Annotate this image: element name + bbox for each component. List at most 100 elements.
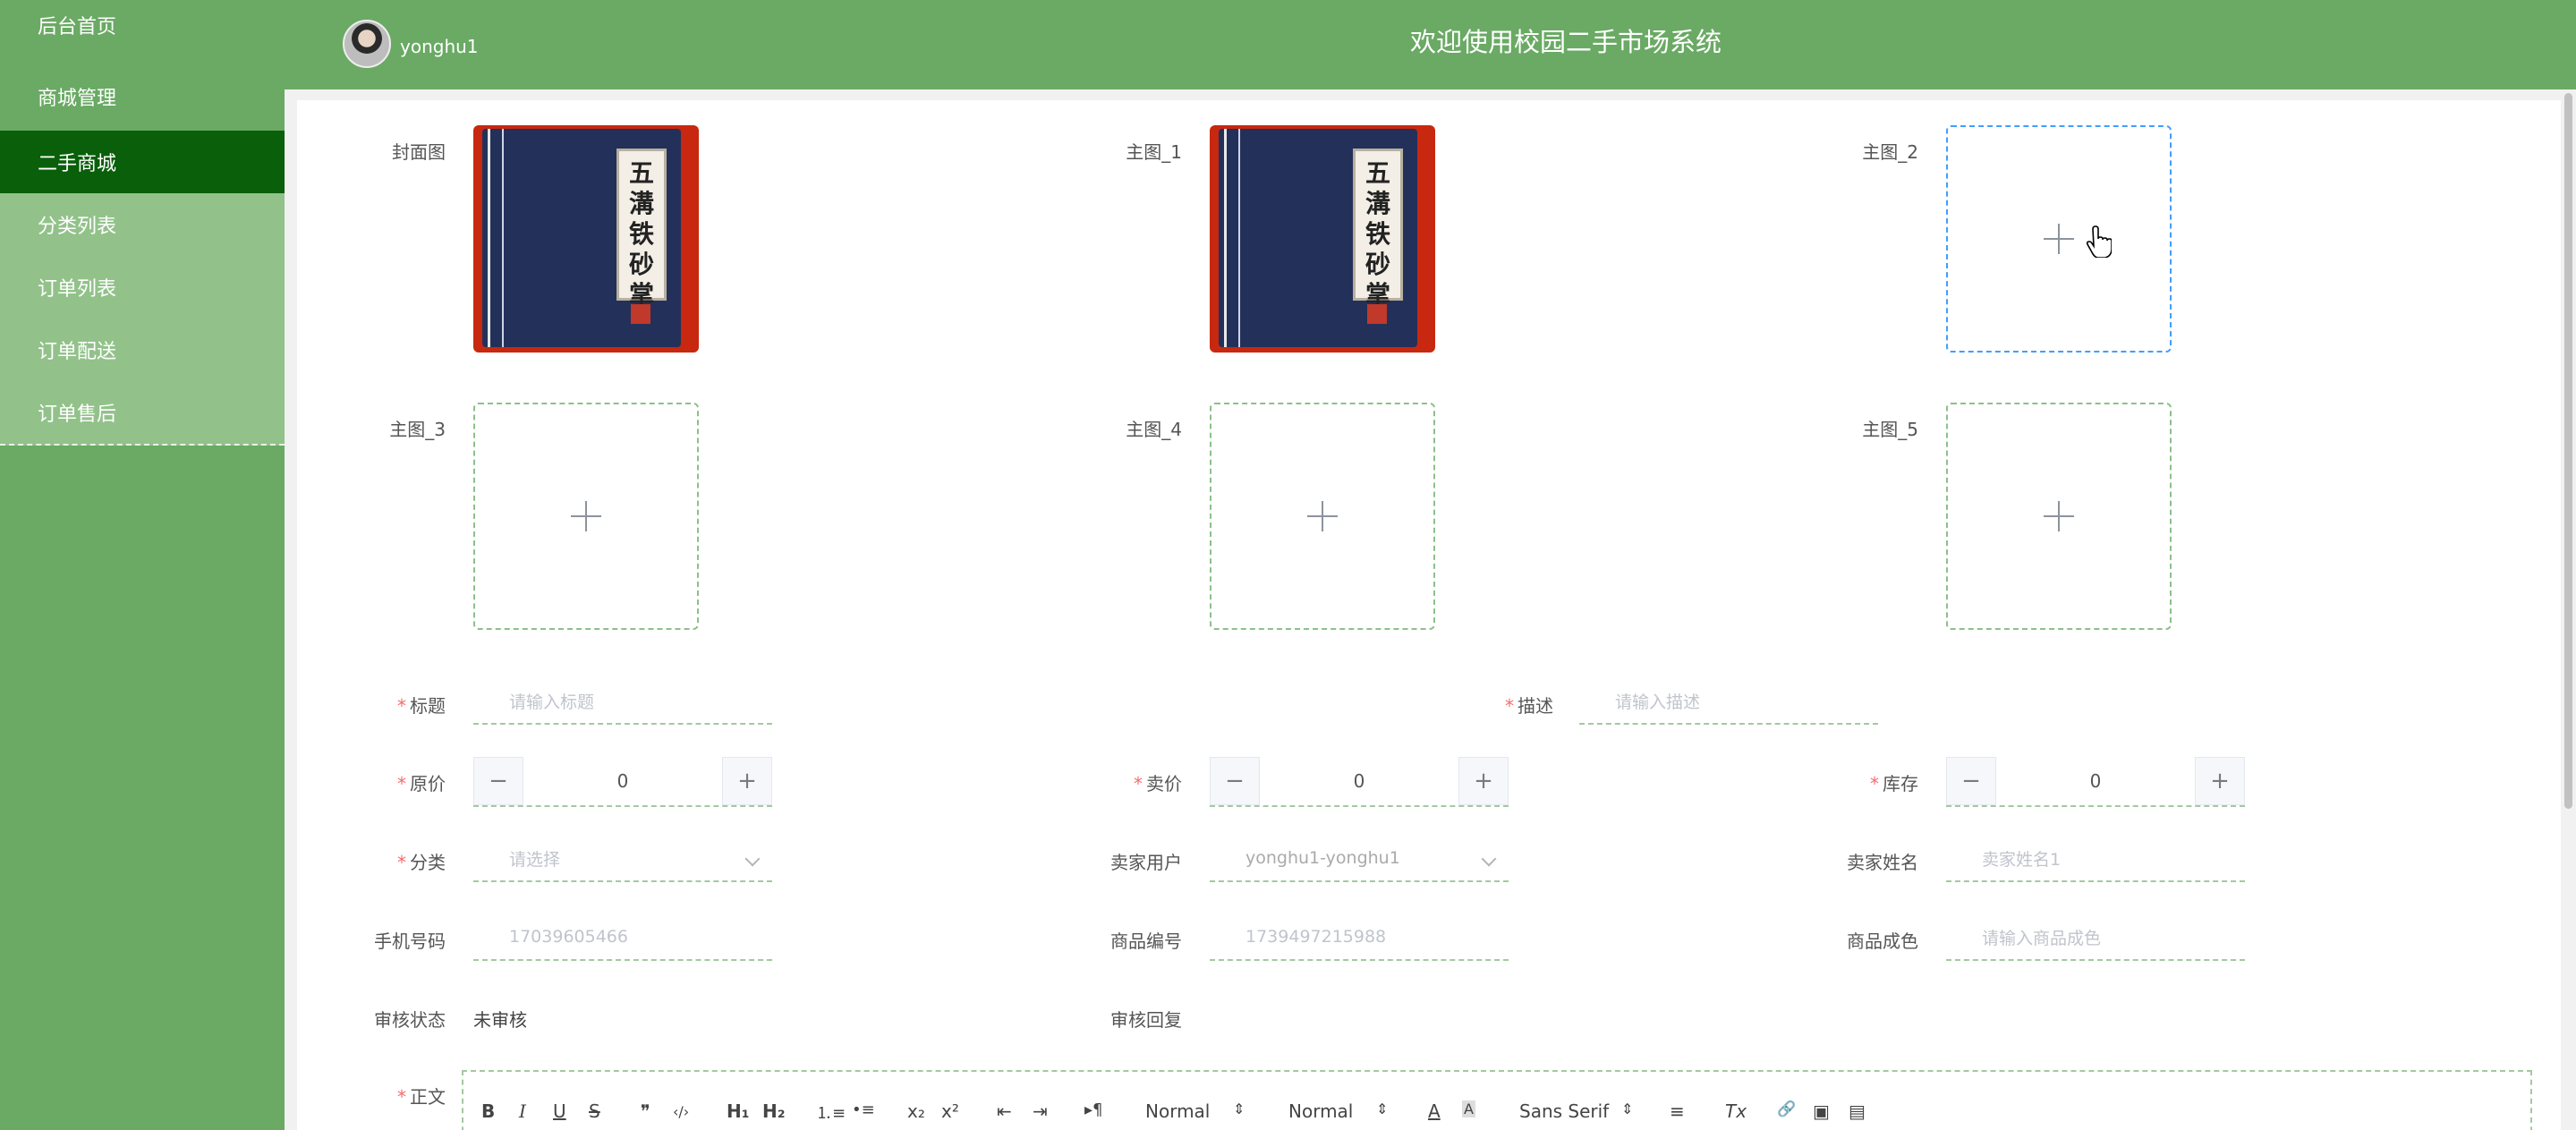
background-color-icon[interactable]: A <box>1462 1100 1475 1117</box>
sale-price-label: * 卖价 <box>1021 769 1182 795</box>
link-icon[interactable]: 🔗 <box>1777 1100 1796 1118</box>
bold-icon[interactable]: B <box>481 1100 495 1122</box>
main-image-3-uploader[interactable] <box>473 403 699 630</box>
title-label: * 标题 <box>285 692 446 718</box>
outdent-icon[interactable]: ⇤ <box>997 1100 1012 1122</box>
title-input[interactable]: 请输入标题 <box>473 678 772 725</box>
strikethrough-icon[interactable]: S <box>589 1100 600 1122</box>
required-asterisk: * <box>397 1086 406 1108</box>
book-cover-image: 五 溝 铁 砂 掌 <box>1219 129 1417 347</box>
subscript-icon[interactable]: x₂ <box>907 1100 925 1122</box>
indent-icon[interactable]: ⇥ <box>1033 1100 1048 1122</box>
stock-value[interactable]: 0 <box>1996 757 2195 805</box>
seller-name-input[interactable]: 卖家姓名1 <box>1946 836 2245 882</box>
sidebar-item-mall-management[interactable]: 商城管理 <box>0 75 285 118</box>
description-placeholder: 请输入描述 <box>1615 692 1701 712</box>
code-block-icon[interactable]: ‹/› <box>673 1103 689 1120</box>
main-image-1-uploader[interactable]: 五 溝 铁 砂 掌 <box>1210 125 1435 353</box>
seller-user-value: yonghu1-yonghu1 <box>1245 848 1400 868</box>
plus-icon <box>2044 224 2074 254</box>
size-select[interactable]: Normal <box>1145 1100 1210 1122</box>
text-direction-icon[interactable]: ▸¶ <box>1084 1100 1103 1119</box>
book-char: 砂 <box>628 250 654 279</box>
category-select[interactable]: 请选择 <box>473 836 772 882</box>
main-image-1-label: 主图_1 <box>1126 141 1182 163</box>
text-color-icon[interactable]: A <box>1428 1100 1441 1122</box>
cover-image-uploader[interactable]: 五 溝 铁 砂 掌 <box>473 125 699 353</box>
stock-stepper[interactable]: − 0 + <box>1946 757 2245 807</box>
superscript-icon[interactable]: x² <box>941 1100 959 1122</box>
scrollbar-thumb[interactable] <box>2564 93 2572 809</box>
original-price-value[interactable]: 0 <box>523 757 722 805</box>
decrement-button[interactable]: − <box>1946 757 1996 805</box>
product-number-input[interactable]: 1739497215988 <box>1210 914 1509 961</box>
heading-1-icon[interactable]: H₁ <box>727 1100 750 1122</box>
category-placeholder: 请选择 <box>509 849 561 870</box>
sidebar-item-category-list[interactable]: 分类列表 <box>0 202 285 247</box>
header-select[interactable]: Normal <box>1288 1100 1353 1122</box>
blockquote-icon[interactable]: ❞ <box>641 1100 650 1122</box>
description-label-text: 描述 <box>1518 695 1553 717</box>
phone-input[interactable]: 17039605466 <box>473 914 772 961</box>
required-asterisk: * <box>397 695 406 717</box>
title-placeholder: 请输入标题 <box>509 692 595 712</box>
image-icon[interactable]: ▣ <box>1813 1100 1830 1122</box>
align-left-icon[interactable]: ≡ <box>1670 1100 1685 1122</box>
book-char: 溝 <box>628 189 654 218</box>
description-label: * 描述 <box>1392 692 1553 718</box>
sidebar-item-secondhand-mall[interactable]: 二手商城 <box>0 131 285 193</box>
chevron-down-icon <box>1481 851 1497 867</box>
main-image-2-uploader[interactable] <box>1946 125 2172 353</box>
body-label: * 正文 <box>285 1083 446 1109</box>
category-label-text: 分类 <box>410 852 446 873</box>
condition-placeholder: 请输入商品成色 <box>1982 928 2102 948</box>
seller-user-label: 卖家用户 <box>1110 852 1182 873</box>
description-input[interactable]: 请输入描述 <box>1579 678 1878 725</box>
bullet-list-icon[interactable]: •≡ <box>852 1100 875 1119</box>
seller-user-select[interactable]: yonghu1-yonghu1 <box>1210 836 1509 882</box>
ordered-list-icon[interactable]: ⒈≡ <box>816 1100 846 1124</box>
decrement-button[interactable]: − <box>1210 757 1260 805</box>
heading-2-icon[interactable]: H₂ <box>762 1100 786 1122</box>
sidebar-item-label: 分类列表 <box>38 216 117 238</box>
book-char: 溝 <box>1365 189 1390 218</box>
cover-image-label: 封面图 <box>392 141 446 163</box>
sale-price-stepper[interactable]: − 0 + <box>1210 757 1509 807</box>
main-image-4-label: 主图_4 <box>1126 419 1182 440</box>
underline-icon[interactable]: U <box>553 1100 566 1122</box>
audit-status-label: 审核状态 <box>374 1009 446 1031</box>
title-label-text: 标题 <box>410 695 446 717</box>
sidebar-item-after-sales[interactable]: 订单售后 <box>0 390 285 435</box>
hand-pointer-icon <box>2086 225 2112 258</box>
seller-name-placeholder: 卖家姓名1 <box>1982 849 2062 870</box>
required-asterisk: * <box>1134 773 1143 794</box>
book-seal <box>631 304 650 324</box>
main-image-4-uploader[interactable] <box>1210 403 1435 630</box>
main-image-5-uploader[interactable] <box>1946 403 2172 630</box>
original-price-stepper[interactable]: − 0 + <box>473 757 772 807</box>
sidebar-item-order-delivery[interactable]: 订单配送 <box>0 327 285 372</box>
increment-button[interactable]: + <box>2195 757 2245 805</box>
sort-arrows-icon: ⇕ <box>1233 1100 1245 1117</box>
increment-button[interactable]: + <box>1458 757 1509 805</box>
sidebar: 后台首页 商城管理 二手商城 分类列表 订单列表 订单配送 订单售后 <box>0 0 285 1130</box>
sale-price-value[interactable]: 0 <box>1260 757 1458 805</box>
sidebar-item-dashboard[interactable]: 后台首页 <box>0 5 285 45</box>
phone-label: 手机号码 <box>374 930 446 952</box>
book-binding <box>1224 129 1227 347</box>
plus-icon <box>2044 501 2074 531</box>
chevron-down-icon <box>744 851 761 867</box>
font-select[interactable]: Sans Serif <box>1519 1100 1609 1122</box>
book-char: 铁 <box>628 219 654 249</box>
increment-button[interactable]: + <box>722 757 772 805</box>
avatar[interactable] <box>343 20 391 68</box>
book-char: 五 <box>628 158 654 188</box>
sidebar-item-label: 二手商城 <box>38 153 117 175</box>
video-icon[interactable]: ▤ <box>1849 1100 1866 1122</box>
clear-format-icon[interactable]: Tx <box>1725 1100 1747 1122</box>
sidebar-item-order-list[interactable]: 订单列表 <box>0 265 285 310</box>
decrement-button[interactable]: − <box>473 757 523 805</box>
condition-input[interactable]: 请输入商品成色 <box>1946 914 2245 961</box>
italic-icon[interactable]: I <box>519 1100 526 1122</box>
username[interactable]: yonghu1 <box>400 36 479 57</box>
